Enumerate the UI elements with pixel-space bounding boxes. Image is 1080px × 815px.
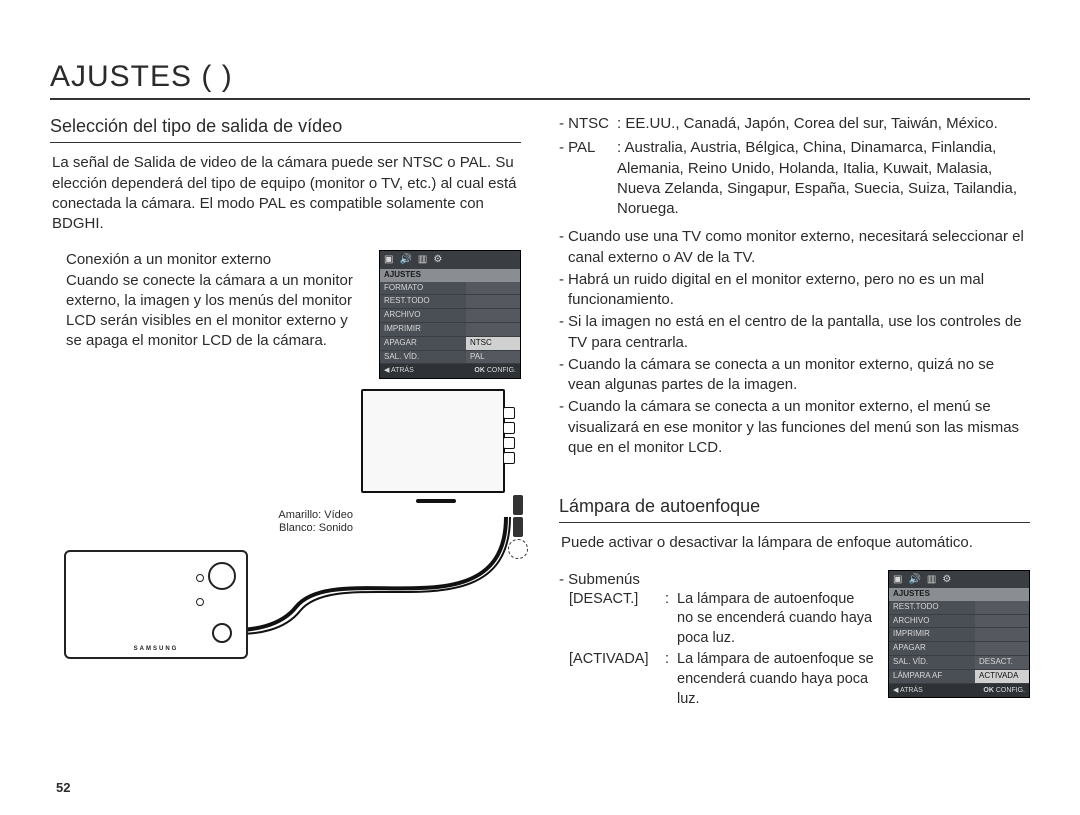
af-submenus-label: - Submenús	[559, 570, 874, 590]
external-monitor-desc: Cuando se conecte la cámara a un monitor…	[66, 271, 365, 352]
lcd-option-on: ACTIVADA	[975, 670, 1029, 684]
video-output-intro: La señal de Salida de video de la cámara…	[52, 153, 521, 234]
camera-icon: ▣	[893, 573, 902, 587]
af-lamp-heading: Lámpara de autoenfoque	[559, 494, 1030, 523]
camera-brand: SAMSUNG	[66, 645, 246, 653]
lcd-foot-ok: OK	[983, 687, 994, 694]
pal-def: - PAL : Australia, Austria, Bélgica, Chi…	[559, 138, 1030, 219]
lcd-menu-af-lamp: ▣ 🔊 ▥ ⚙ AJUSTES REST.TODO ARCHIVO IMPRIM…	[888, 570, 1030, 699]
ntsc-key: - NTSC	[559, 114, 617, 134]
lcd-foot-ok: OK	[474, 367, 485, 374]
back-arrow-icon: ◀	[893, 687, 898, 694]
note-digital-noise: Habrá un ruido digital en el monitor ext…	[568, 270, 1030, 311]
lcd-item: ARCHIVO	[889, 615, 975, 629]
connection-diagram: Amarillo: Vídeo Blanco: Sonido SAMSUNG	[56, 389, 521, 659]
lcd-item: IMPRIMIR	[380, 323, 466, 337]
ntsc-def: - NTSC : EE.UU., Canadá, Japón, Corea de…	[559, 114, 1030, 134]
page-title: AJUSTES ( )	[50, 60, 1030, 100]
camera-back-icon: SAMSUNG	[64, 550, 248, 659]
sound-icon: 🔊	[399, 253, 411, 267]
note-center-image: Si la imagen no está en el centro de la …	[568, 312, 1030, 353]
note-tv-channel: Cuando use una TV como monitor externo, …	[568, 227, 1030, 268]
lcd-item: REST.TODO	[380, 295, 466, 309]
pal-val: : Australia, Austria, Bélgica, China, Di…	[617, 138, 1030, 219]
external-monitor-block: Conexión a un monitor externo Cuando se …	[50, 250, 521, 379]
back-arrow-icon: ◀	[384, 367, 389, 374]
lcd-header: AJUSTES	[889, 588, 1029, 601]
tv-monitor-icon	[361, 389, 511, 503]
camera-icon: ▣	[384, 253, 393, 267]
lcd-item: REST.TODO	[889, 601, 975, 615]
af-lamp-intro: Puede activar o desactivar la lámpara de…	[561, 533, 1030, 553]
lcd-foot-config: CONFIG.	[487, 367, 516, 374]
af-off-key: [DESACT.]	[569, 590, 665, 649]
note-menu-same: Cuando la cámara se conecta a un monitor…	[568, 397, 1030, 458]
lcd-header: AJUSTES	[380, 269, 520, 282]
page-number: 52	[56, 780, 70, 795]
lcd-foot-config: CONFIG.	[996, 687, 1025, 694]
external-monitor-text: Conexión a un monitor externo Cuando se …	[50, 250, 365, 351]
lcd-item: APAGAR	[889, 642, 975, 656]
af-submenus-block: - Submenús [DESACT.] : La lámpara de aut…	[559, 570, 1030, 712]
lcd-item: FORMATO	[380, 282, 466, 296]
display-icon: ▥	[418, 253, 427, 267]
lcd-foot-back: ATRÁS	[900, 687, 923, 694]
lcd-item: SAL. VÍD.	[380, 351, 466, 365]
lcd-option-pal: PAL	[466, 351, 520, 365]
af-on-key: [ACTIVADA]	[569, 650, 665, 709]
lcd-item: SAL. VÍD.	[889, 656, 975, 670]
lcd-item: LÁMPARA AF	[889, 670, 975, 684]
lcd-option-off: DESACT.	[975, 656, 1029, 670]
lcd-item: IMPRIMIR	[889, 628, 975, 642]
right-column: - NTSC : EE.UU., Canadá, Japón, Corea de…	[559, 114, 1030, 711]
video-output-heading: Selección del tipo de salida de vídeo	[50, 114, 521, 143]
manual-page: AJUSTES ( ) Selección del tipo de salida…	[0, 0, 1080, 815]
af-on-val: La lámpara de autoenfoque se encenderá c…	[677, 650, 874, 709]
lcd-foot-back: ATRÁS	[391, 367, 414, 374]
two-column-layout: Selección del tipo de salida de vídeo La…	[50, 114, 1030, 711]
lcd-menu-video-output: ▣ 🔊 ▥ ⚙ AJUSTES FORMATO REST.TODO ARCHIV…	[379, 250, 521, 379]
pal-key: - PAL	[559, 138, 617, 219]
note-parts-hidden: Cuando la cámara se conecta a un monitor…	[568, 355, 1030, 396]
af-off-val: La lámpara de autoenfoque no se encender…	[677, 590, 874, 649]
ntsc-val: : EE.UU., Canadá, Japón, Corea del sur, …	[617, 114, 998, 134]
settings-icon: ⚙	[942, 573, 951, 587]
left-column: Selección del tipo de salida de vídeo La…	[50, 114, 521, 711]
settings-icon: ⚙	[433, 253, 442, 267]
lcd-item: ARCHIVO	[380, 309, 466, 323]
lcd-option-ntsc: NTSC	[466, 337, 520, 351]
display-icon: ▥	[927, 573, 936, 587]
lcd-item: APAGAR	[380, 337, 466, 351]
external-monitor-label: Conexión a un monitor externo	[66, 250, 365, 270]
sound-icon: 🔊	[908, 573, 920, 587]
